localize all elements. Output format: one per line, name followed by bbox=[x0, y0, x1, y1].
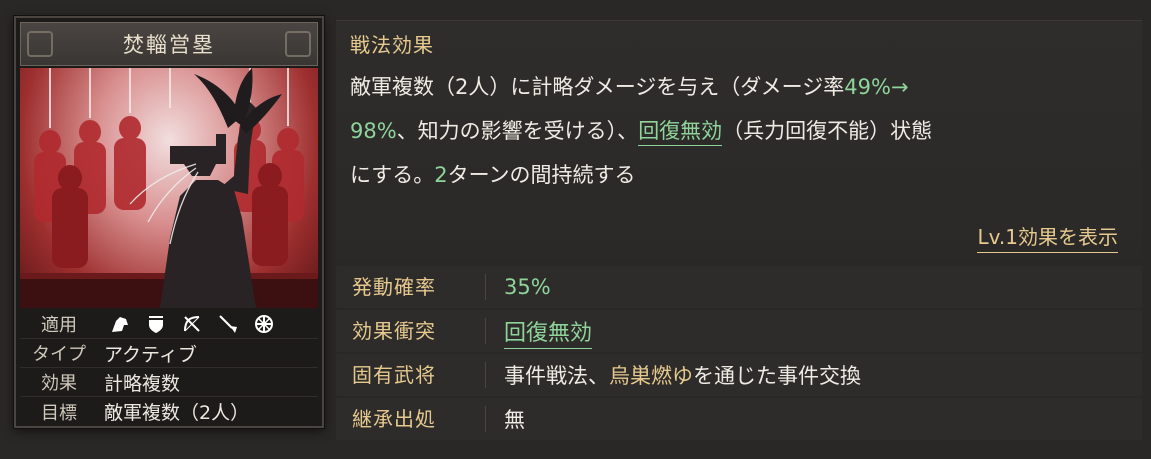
target-label: 目標 bbox=[41, 402, 77, 424]
inherit-source-value: 無 bbox=[504, 408, 525, 432]
trigger-rate-value: 35% bbox=[504, 275, 551, 299]
target-value: 敵軍複数（2人） bbox=[104, 402, 250, 424]
skill-artwork bbox=[20, 68, 318, 308]
damage-rate-from: 49%→ bbox=[844, 75, 909, 99]
skill-name: 焚輜営塁 bbox=[123, 33, 215, 57]
meta-target-row: 目標 敵軍複数（2人） bbox=[20, 397, 318, 426]
shield-icon bbox=[144, 312, 168, 336]
apply-icons bbox=[98, 312, 276, 336]
ornament-right-icon bbox=[285, 31, 311, 57]
spear-icon bbox=[216, 312, 240, 336]
unique-general-value: 事件戦法、烏巣燃ゆを通じた事件交換 bbox=[486, 360, 861, 390]
unique-general-row: 固有武将 事件戦法、烏巣燃ゆを通じた事件交換 bbox=[336, 354, 1142, 396]
show-lv1-effect-link[interactable]: Lv.1効果を表示 bbox=[977, 221, 1118, 253]
effect-label: 効果 bbox=[41, 373, 77, 394]
effect-description: 敵軍複数（2人）に計略ダメージを与え（ダメージ率49%→ 98%、知力の影響を受… bbox=[350, 65, 1130, 197]
inherit-source-label: 継承出処 bbox=[336, 406, 486, 432]
effect-text-5: ターンの間持続する bbox=[447, 163, 636, 187]
effect-conflict-link[interactable]: 回復無効 bbox=[504, 321, 593, 349]
ornament-left-icon bbox=[27, 31, 53, 57]
type-label: タイプ bbox=[32, 344, 86, 365]
effect-text-2: 、知力の影響を受ける）、 bbox=[396, 119, 639, 143]
effect-text-1: 敵軍複数（2人）に計略ダメージを与え（ダメージ率 bbox=[350, 75, 845, 99]
apply-label: 適用 bbox=[41, 315, 77, 336]
cavalry-icon bbox=[108, 312, 132, 336]
effect-section-title: 戦法効果 bbox=[350, 33, 434, 57]
trigger-rate-label: 発動確率 bbox=[336, 274, 486, 300]
meta-effect-row: 効果 計略複数 bbox=[20, 368, 318, 397]
type-value: アクティブ bbox=[104, 343, 197, 366]
effect-conflict-label: 効果衝突 bbox=[336, 318, 486, 344]
status-recovery-disabled-link[interactable]: 回復無効 bbox=[638, 119, 723, 146]
duration-turns: 2 bbox=[434, 163, 448, 187]
unique-prefix: 事件戦法、 bbox=[504, 364, 609, 388]
unique-general-label: 固有武将 bbox=[336, 362, 486, 388]
meta-apply-row: 適用 bbox=[20, 310, 318, 339]
meta-type-row: タイプ アクティブ bbox=[20, 339, 318, 368]
wheel-icon bbox=[252, 312, 276, 336]
effect-conflict-row: 効果衝突 回復無効 bbox=[336, 310, 1142, 352]
inherit-source-row: 継承出処 無 bbox=[336, 398, 1142, 440]
unique-suffix: を通じた事件交換 bbox=[693, 364, 861, 388]
skill-info-rows: 発動確率 35% 効果衝突 回復無効 固有武将 事件戦法、烏巣燃ゆを通じた事件交… bbox=[336, 266, 1142, 442]
bow-icon bbox=[180, 312, 204, 336]
skill-detail-panel: 戦法効果 敵軍複数（2人）に計略ダメージを与え（ダメージ率49%→ 98%、知力… bbox=[336, 20, 1142, 450]
unique-event-name: 烏巣燃ゆ bbox=[609, 364, 693, 388]
trigger-rate-row: 発動確率 35% bbox=[336, 266, 1142, 308]
effect-value: 計略複数 bbox=[104, 372, 181, 395]
skill-meta: 適用 タイプ アクティブ 効果 計略複数 目標 敵軍複数（2人） bbox=[20, 310, 318, 426]
effect-section: 戦法効果 敵軍複数（2人）に計略ダメージを与え（ダメージ率49%→ 98%、知力… bbox=[336, 20, 1142, 260]
skill-title-bar: 焚輜営塁 bbox=[20, 22, 318, 66]
damage-rate-to: 98% bbox=[350, 119, 397, 143]
effect-text-3: （兵力回復不能）状態 bbox=[722, 119, 933, 143]
skill-card: 焚輜営塁 適用 タイプ アクティブ 効果 計略複数 目標 敵軍複数（2人） bbox=[14, 16, 324, 428]
effect-text-4: にする。 bbox=[350, 163, 435, 187]
